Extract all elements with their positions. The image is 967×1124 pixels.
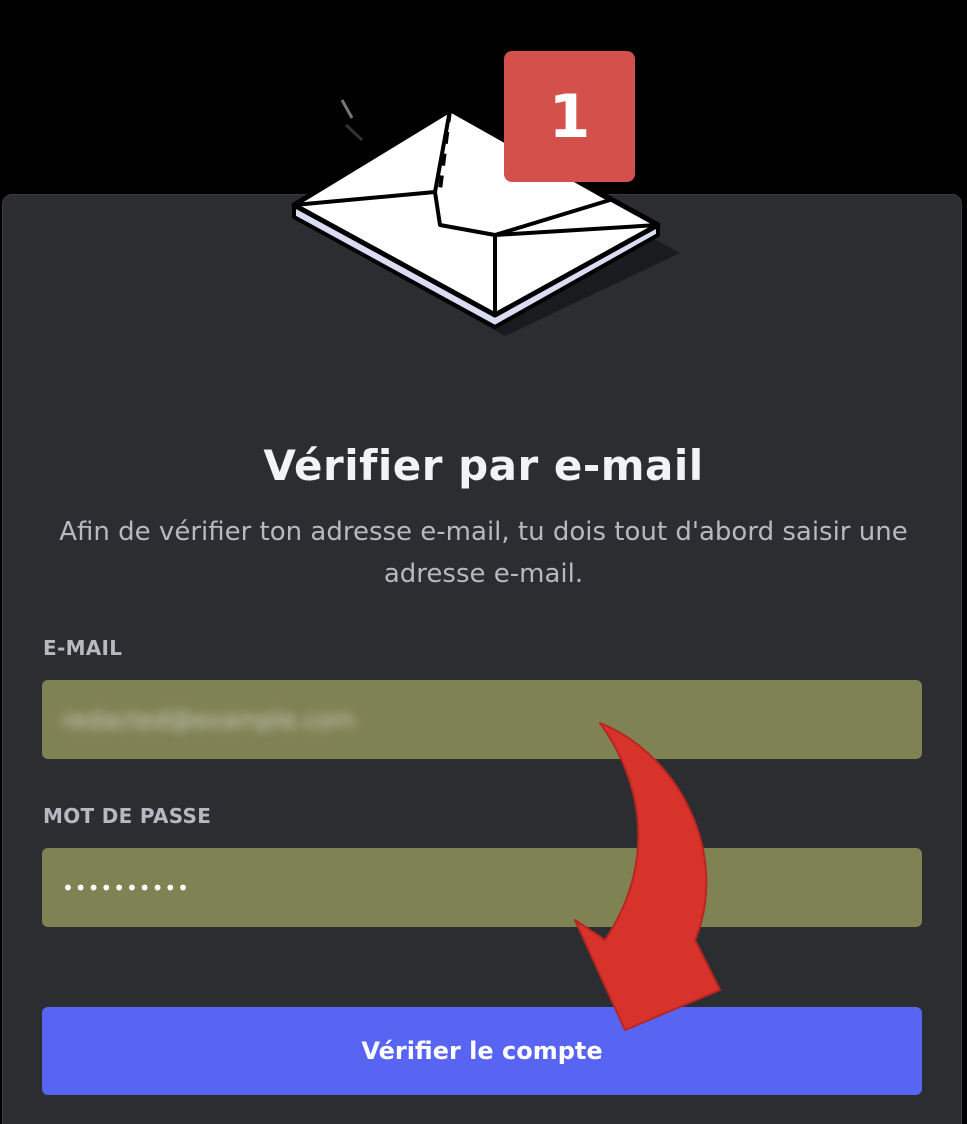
dialog-subtitle: Afin de vérifier ton adresse e-mail, tu … <box>59 517 908 589</box>
envelope-icon <box>291 99 680 336</box>
password-field[interactable]: •••••••••• <box>42 848 922 927</box>
password-value: •••••••••• <box>62 875 190 900</box>
email-value: redacted@example.com <box>62 705 355 734</box>
notification-badge: 1 <box>504 51 635 182</box>
email-label: E-MAIL <box>43 636 123 660</box>
dialog-title: Vérifier par e-mail <box>263 441 704 490</box>
password-label: MOT DE PASSE <box>43 804 212 828</box>
email-field[interactable]: redacted@example.com <box>42 680 922 759</box>
verify-account-button[interactable]: Vérifier le compte <box>42 1007 922 1095</box>
